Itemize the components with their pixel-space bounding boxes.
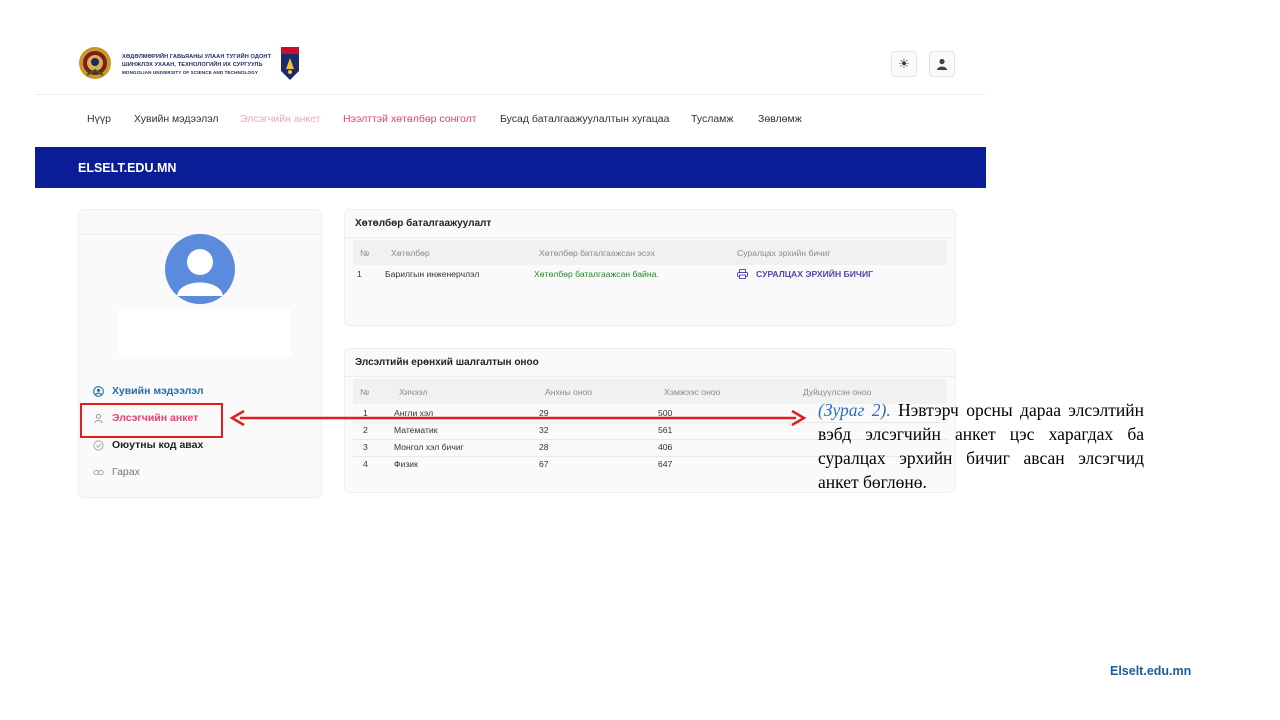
sidebar-item-personal-info[interactable]: Хувийн мэдээлэл <box>93 385 204 397</box>
cell-program: Барилгын инженерчлэл <box>385 269 480 279</box>
table-row: 1 Барилгын инженерчлэл Хөтөлбөр баталгаа… <box>353 266 947 283</box>
school-badge-logo <box>281 47 299 80</box>
nav-home[interactable]: Нүүр <box>87 113 111 125</box>
link-icon <box>93 467 104 478</box>
card-title: Элсэлтийн ерөнхий шалгалтын оноо <box>355 357 539 368</box>
cell-scaled-score: 406 <box>658 442 673 452</box>
cell-subject: Монгол хэл бичиг <box>394 442 464 452</box>
avatar <box>165 234 235 304</box>
cell-subject: Физик <box>394 459 418 469</box>
cell-raw-score: 67 <box>539 459 549 469</box>
header-divider <box>35 94 986 95</box>
cell-no: 1 <box>357 269 362 279</box>
column-header: Хөтөлбөр баталгаажсан эсэх <box>539 248 655 258</box>
cell-no: 4 <box>363 459 368 469</box>
certificate-link-cell: СУРАЛЦАХ ЭРХИЙН БИЧИГ <box>737 269 873 279</box>
nav-open-program-selection[interactable]: Нээлттэй хөтөлбөр сонголт <box>343 113 477 125</box>
cell-no: 3 <box>363 442 368 452</box>
check-circle-icon <box>93 439 104 451</box>
sidebar-header <box>79 210 321 235</box>
card-divider <box>345 376 955 377</box>
site-banner: ELSELT.EDU.MN <box>35 147 986 188</box>
table-header: № Хөтөлбөр Хөтөлбөр баталгаажсан эсэх Су… <box>353 240 947 265</box>
nav-personal-info[interactable]: Хувийн мэдээлэл <box>134 113 219 125</box>
cell-status: Хөтөлбөр баталгаажсан байна. <box>534 269 659 279</box>
nav-other-verification-deadline[interactable]: Бусад баталгаажуулалтын хугацаа <box>500 113 669 125</box>
sidebar-item-student-code[interactable]: Оюутны код авах <box>93 439 203 451</box>
sun-icon: ☀ <box>898 56 910 71</box>
sidebar-item-label: Оюутны код авах <box>112 439 204 451</box>
footer-site-label: Elselt.edu.mn <box>1110 664 1192 678</box>
nav-help[interactable]: Тусламж <box>691 113 733 125</box>
column-header: Суралцах эрхийн бичиг <box>737 248 831 258</box>
university-emblem-logo <box>78 46 112 80</box>
highlight-box <box>80 403 223 438</box>
program-verification-card: Хөтөлбөр баталгаажуулалт № Хөтөлбөр Хөтө… <box>344 209 956 326</box>
nav-advice[interactable]: Зөвлөмж <box>758 113 802 125</box>
column-header: Анхны оноо <box>545 387 593 397</box>
theme-toggle-button[interactable]: ☀ <box>891 51 917 77</box>
certificate-link[interactable]: СУРАЛЦАХ ЭРХИЙН БИЧИГ <box>756 269 873 279</box>
nav-applicant-form[interactable]: Элсэгчийн анкет <box>240 113 320 125</box>
column-header: Хичээл <box>399 387 428 397</box>
user-icon <box>937 58 947 70</box>
sidebar-item-logout[interactable]: Гарах <box>93 466 140 478</box>
column-header: Хэмжээс оноо <box>664 387 721 397</box>
double-arrow-icon <box>229 409 807 427</box>
card-title: Хөтөлбөр баталгаажуулалт <box>355 218 492 229</box>
figure-caption: (Зураг 2). Нэвтэрч орсны дараа элсэлтийн… <box>818 398 1144 494</box>
column-header: № <box>360 387 370 397</box>
user-circle-icon <box>93 385 104 397</box>
figure-reference: (Зураг 2). <box>818 400 891 420</box>
column-header: Дүйцүүлсэн оноо <box>803 387 872 397</box>
user-name-box <box>119 309 291 356</box>
banner-title: ELSELT.EDU.MN <box>78 161 177 175</box>
column-header: Хөтөлбөр <box>391 248 430 258</box>
printer-icon <box>737 269 748 279</box>
column-header: № <box>360 248 370 258</box>
university-name-logo: ХӨДӨЛМӨРИЙН ГАВЬЯАНЫ УЛААН ТУГИЙН ОДОНТ … <box>122 54 272 75</box>
sidebar-item-label: Хувийн мэдээлэл <box>112 385 204 397</box>
profile-button[interactable] <box>929 51 955 77</box>
sidebar-item-label: Гарах <box>112 466 140 478</box>
cell-raw-score: 28 <box>539 442 549 452</box>
cell-scaled-score: 647 <box>658 459 673 469</box>
sidebar: Хувийн мэдээлэл Элсэгчийн анкет Оюутны к… <box>78 209 322 498</box>
card-divider <box>345 237 955 238</box>
